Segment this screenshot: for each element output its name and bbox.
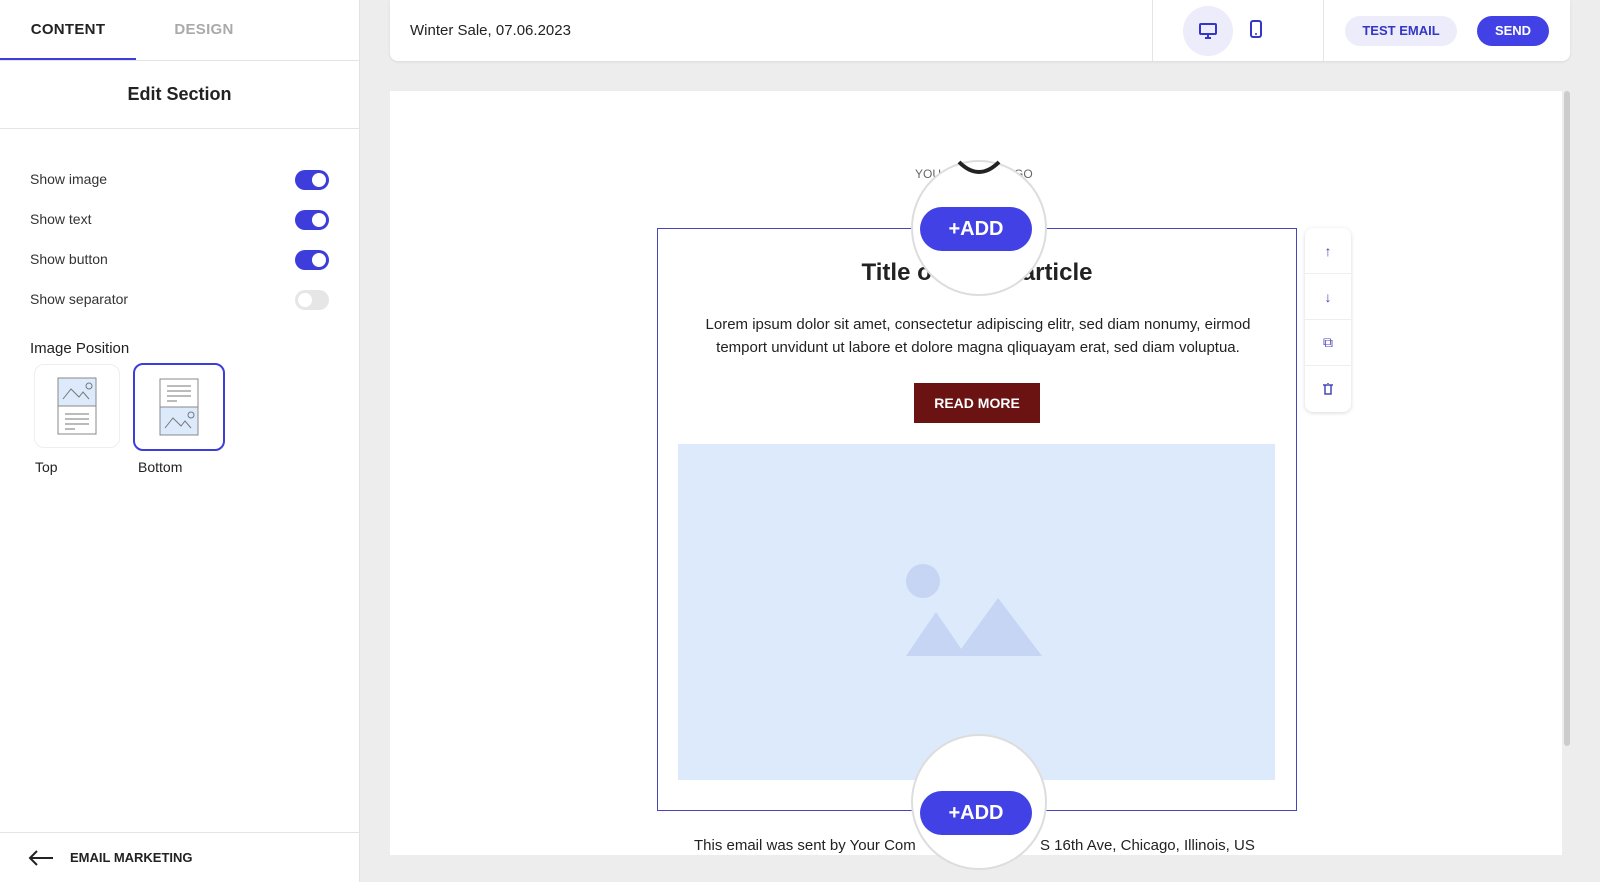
arrow-down-icon: ↓ (1324, 288, 1332, 305)
image-icon (906, 564, 1042, 656)
tab-content[interactable]: CONTENT (0, 0, 136, 60)
show-separator-label: Show separator (30, 291, 129, 307)
tab-design[interactable]: DESIGN (136, 0, 272, 60)
desktop-icon (1199, 23, 1217, 39)
image-bottom-layout-icon (159, 378, 199, 436)
image-position-label: Image Position (30, 340, 130, 357)
sidebar: CONTENT DESIGN Edit Section Show image S… (0, 0, 360, 882)
trash-icon (1323, 383, 1333, 395)
copy-icon: ⧉ (1323, 334, 1333, 350)
scrollbar[interactable] (1564, 91, 1570, 746)
show-image-label: Show image (30, 171, 108, 187)
divider (1152, 0, 1153, 61)
add-section-above-button[interactable]: +ADD (920, 207, 1032, 251)
logo-icon (957, 160, 1001, 174)
back-label: EMAIL MARKETING (70, 850, 193, 865)
duplicate-button[interactable]: ⧉ (1305, 320, 1351, 366)
show-button-toggle[interactable] (295, 250, 329, 270)
divider (1323, 0, 1324, 61)
move-up-button[interactable]: ↑ (1305, 228, 1351, 274)
show-image-toggle[interactable] (295, 170, 329, 190)
article-body: Lorem ipsum dolor sit amet, consectetur … (705, 316, 1251, 356)
arrow-left-icon (28, 849, 53, 866)
article-section[interactable]: Title o article Lorem ipsum dolor sit ame… (657, 228, 1297, 811)
position-bottom-label: Bottom (138, 459, 183, 475)
read-more-button[interactable]: READ MORE (914, 383, 1040, 423)
send-button[interactable]: SEND (1477, 16, 1549, 46)
footer-text-right: S 16th Ave, Chicago, Illinois, US (1040, 837, 1255, 854)
mobile-view-button[interactable] (1250, 20, 1262, 43)
show-text-label: Show text (30, 211, 92, 227)
section-title: Edit Section (0, 61, 359, 129)
show-button-label: Show button (30, 251, 108, 267)
back-to-email-marketing[interactable]: EMAIL MARKETING (0, 832, 360, 882)
show-text-toggle[interactable] (295, 210, 329, 230)
top-bar: Winter Sale, 07.06.2023 TEST EMAIL SEND (390, 0, 1570, 61)
campaign-title: Winter Sale, 07.06.2023 (410, 22, 571, 39)
test-email-button[interactable]: TEST EMAIL (1345, 16, 1457, 46)
position-bottom-option[interactable] (133, 363, 225, 451)
mobile-icon (1250, 20, 1262, 38)
section-tools: ↑ ↓ ⧉ (1305, 228, 1351, 412)
footer-text-left: This email was sent by Your Com (694, 837, 916, 854)
add-section-below-button[interactable]: +ADD (920, 791, 1032, 835)
position-top-label: Top (35, 459, 58, 475)
desktop-view-button[interactable] (1183, 6, 1233, 56)
move-down-button[interactable]: ↓ (1305, 274, 1351, 320)
show-separator-toggle[interactable] (295, 290, 329, 310)
arrow-up-icon: ↑ (1324, 242, 1332, 259)
image-placeholder[interactable] (678, 444, 1275, 780)
position-top-option[interactable] (34, 364, 120, 448)
delete-button[interactable] (1305, 366, 1351, 412)
image-top-layout-icon (57, 377, 97, 435)
